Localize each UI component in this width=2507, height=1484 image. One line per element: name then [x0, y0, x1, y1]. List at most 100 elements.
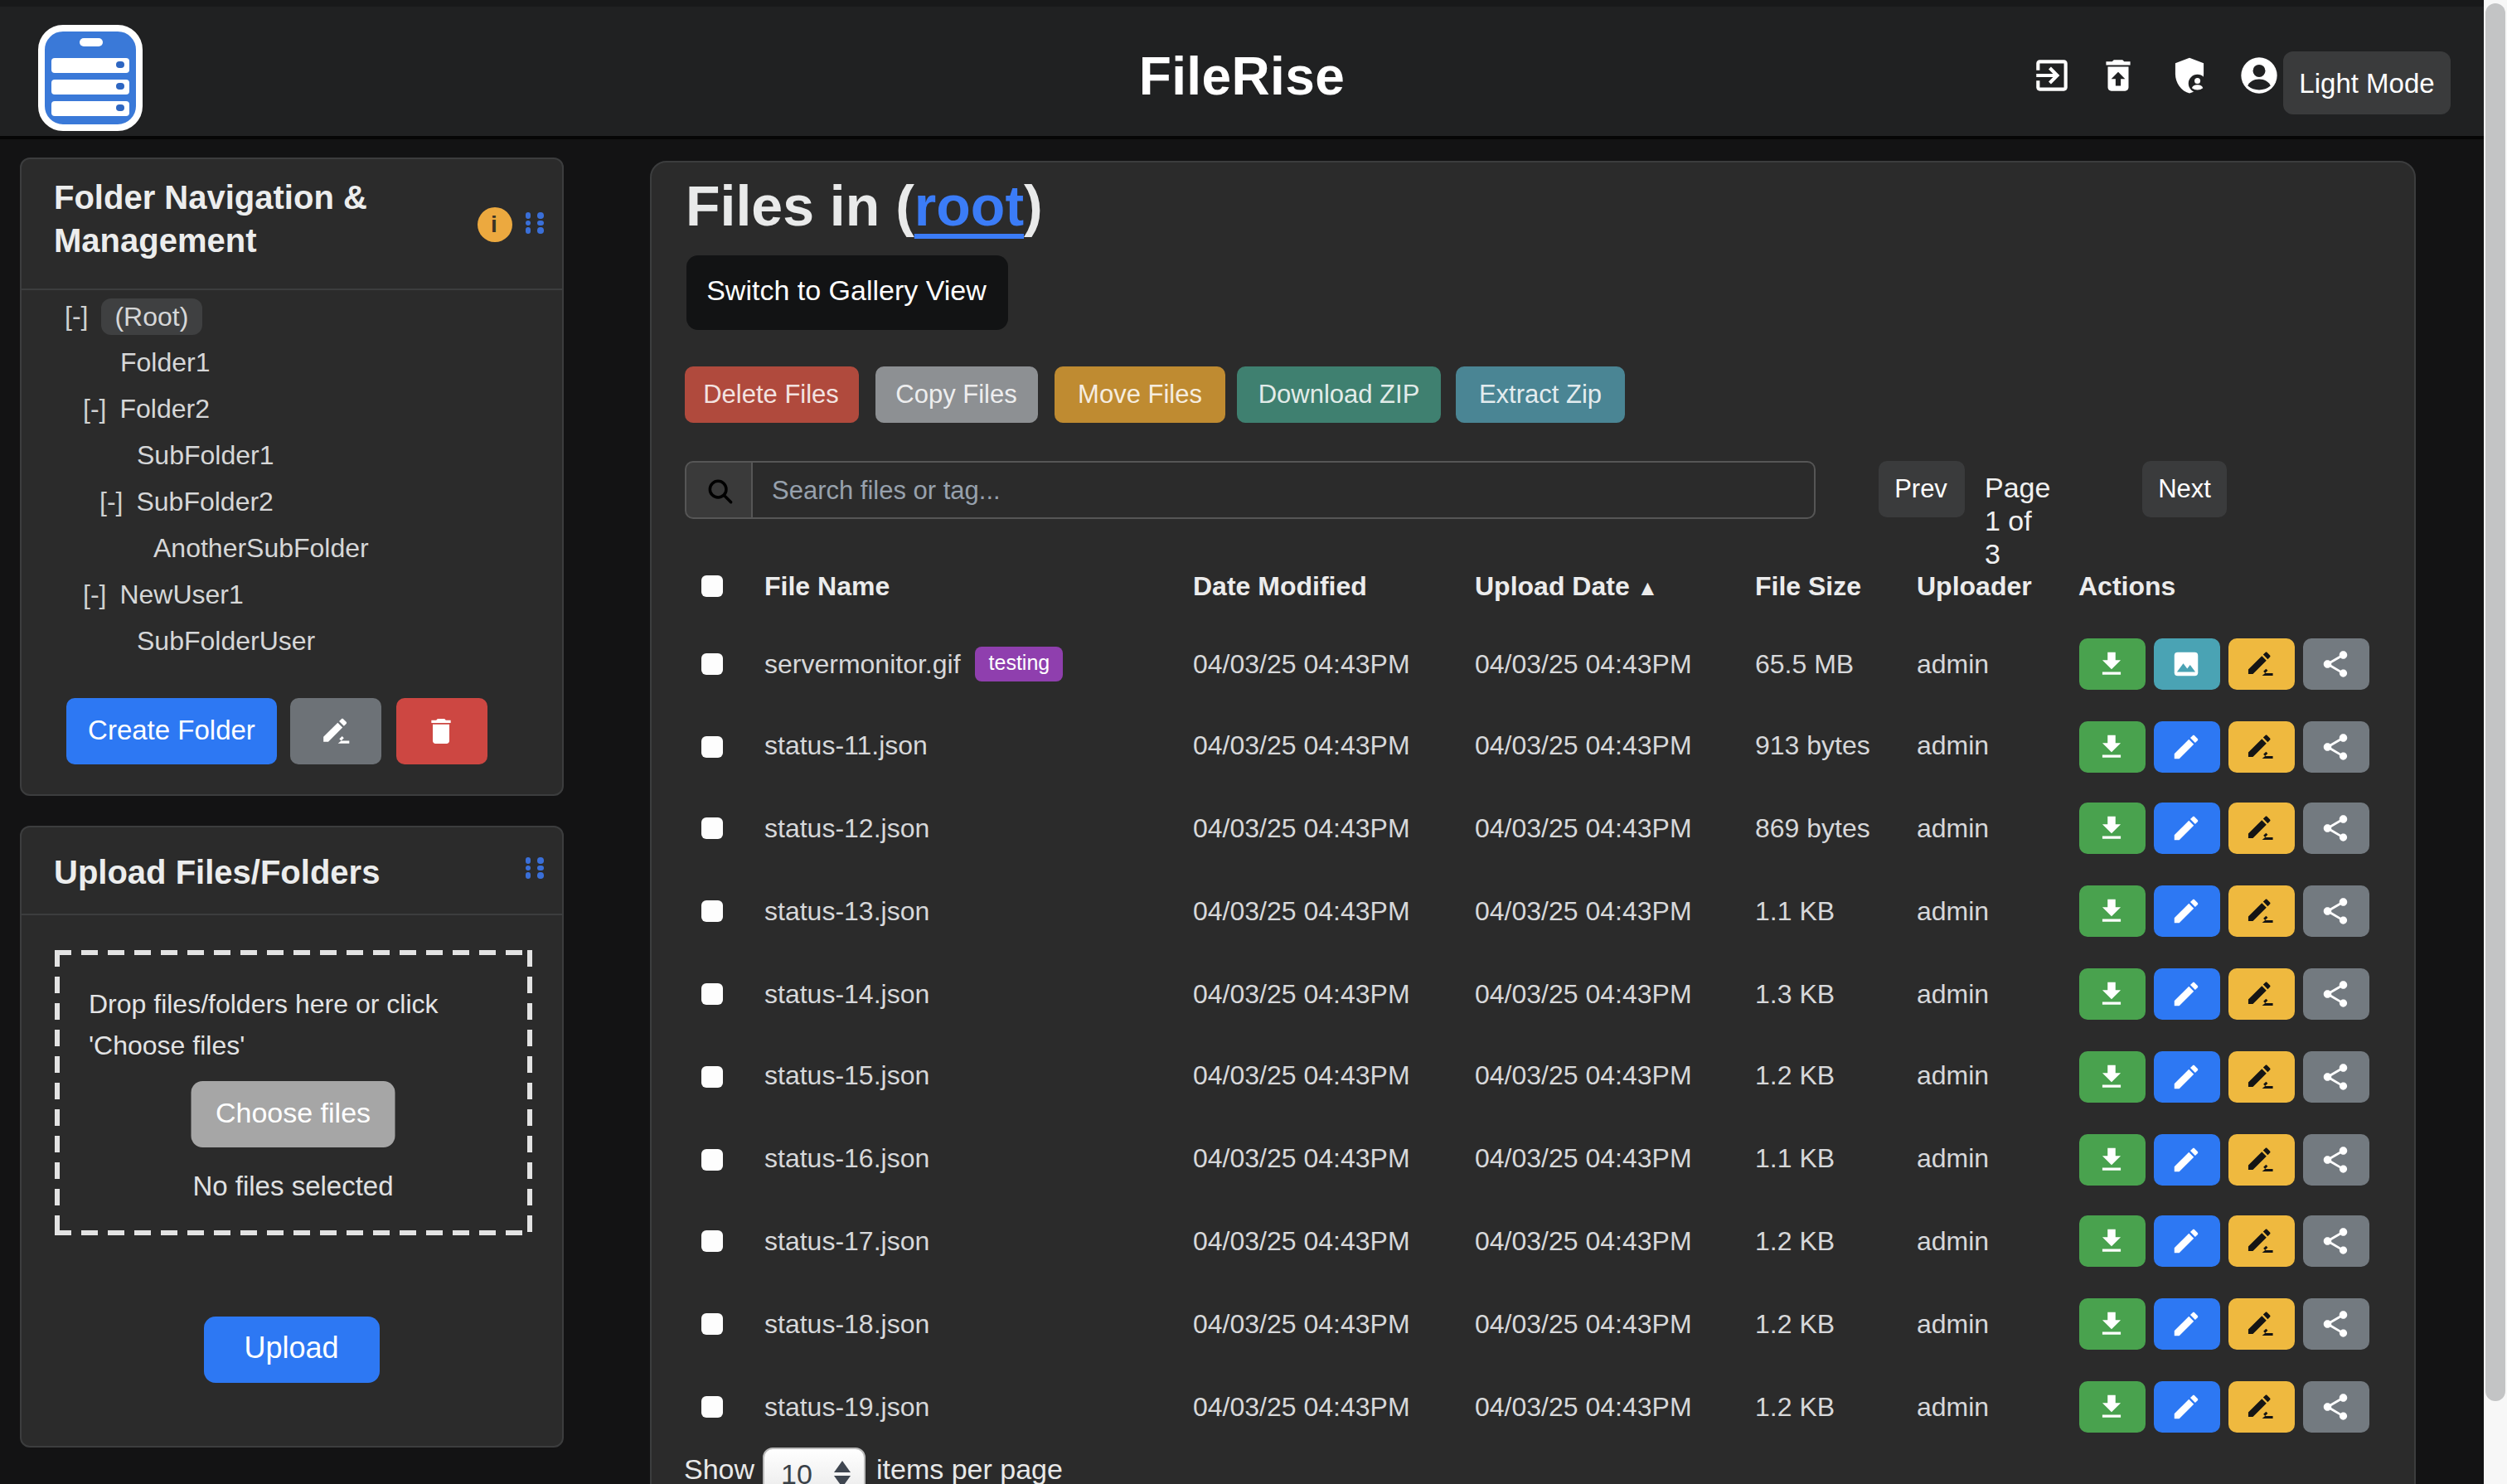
col-file-name[interactable]: File Name [764, 550, 890, 623]
download-button[interactable] [2078, 638, 2145, 690]
move-files-button[interactable]: Move Files [1055, 366, 1225, 423]
download-button[interactable] [2078, 1051, 2145, 1103]
download-zip-button[interactable]: Download ZIP [1237, 366, 1441, 423]
edit-button[interactable] [2153, 1133, 2219, 1185]
drag-handle-icon[interactable] [525, 857, 543, 879]
download-button[interactable] [2078, 1133, 2145, 1185]
items-per-page-select[interactable]: 10 [763, 1447, 865, 1484]
row-checkbox[interactable] [701, 735, 722, 757]
col-upload-date[interactable]: Upload Date ▲ [1475, 550, 1658, 624]
download-button[interactable] [2078, 1299, 2145, 1351]
share-button[interactable] [2302, 720, 2369, 772]
file-name[interactable]: servermonitor.giftesting [764, 623, 1063, 706]
tree-item-folder2[interactable]: [-]Folder2 [21, 386, 562, 433]
rename-button[interactable] [2228, 1133, 2294, 1185]
row-checkbox[interactable] [701, 1231, 722, 1253]
rename-button[interactable] [2228, 1051, 2294, 1103]
rename-button[interactable] [2228, 638, 2294, 690]
row-checkbox[interactable] [701, 653, 722, 675]
rename-folder-button[interactable] [290, 698, 381, 764]
share-button[interactable] [2302, 1216, 2369, 1268]
row-checkbox[interactable] [701, 983, 722, 1005]
share-button[interactable] [2302, 968, 2369, 1020]
col-uploader[interactable]: Uploader [1917, 550, 2032, 623]
create-folder-button[interactable]: Create Folder [66, 698, 277, 764]
share-button[interactable] [2302, 803, 2369, 855]
edit-button[interactable] [2153, 1216, 2219, 1268]
file-name[interactable]: status-18.json [764, 1283, 929, 1366]
rename-button[interactable] [2228, 968, 2294, 1020]
row-checkbox[interactable] [701, 1314, 722, 1336]
admin-shield-icon[interactable] [2169, 55, 2210, 96]
file-name[interactable]: status-19.json [764, 1365, 929, 1448]
row-checkbox[interactable] [701, 818, 722, 840]
edit-button[interactable] [2153, 803, 2219, 855]
download-button[interactable] [2078, 968, 2145, 1020]
edit-button[interactable] [2153, 1051, 2219, 1103]
download-button[interactable] [2078, 1381, 2145, 1433]
share-button[interactable] [2302, 1381, 2369, 1433]
file-name[interactable]: status-11.json [764, 706, 928, 788]
col-file-size[interactable]: File Size [1755, 550, 1861, 623]
edit-button[interactable] [2153, 886, 2219, 938]
tree-item-subfolder1[interactable]: SubFolder1 [21, 433, 562, 479]
tree-item-anothersubfolder[interactable]: AnotherSubFolder [21, 526, 562, 572]
info-icon[interactable]: i [477, 207, 512, 242]
dropzone[interactable]: Drop files/folders here or click 'Choose… [54, 950, 532, 1235]
edit-button[interactable] [2153, 968, 2219, 1020]
drag-handle-icon[interactable] [525, 212, 543, 234]
share-button[interactable] [2302, 638, 2369, 690]
tree-item-newuser1[interactable]: [-]NewUser1 [21, 572, 562, 618]
row-checkbox[interactable] [701, 1066, 722, 1088]
scrollbar-track[interactable] [2483, 0, 2507, 1484]
tree-item-root[interactable]: [-](Root) [21, 293, 562, 340]
tree-item-subfolder2[interactable]: [-]SubFolder2 [21, 479, 562, 526]
tree-item-folder1[interactable]: Folder1 [21, 340, 562, 386]
rename-button[interactable] [2228, 1299, 2294, 1351]
edit-button[interactable] [2153, 720, 2219, 772]
tree-item-subfolderuser[interactable]: SubFolderUser [21, 618, 562, 665]
row-checkbox[interactable] [701, 1148, 722, 1170]
col-date-modified[interactable]: Date Modified [1193, 550, 1367, 623]
next-page-button[interactable]: Next [2142, 461, 2227, 517]
delete-folder-button[interactable] [395, 698, 487, 764]
rename-button[interactable] [2228, 1216, 2294, 1268]
row-checkbox[interactable] [701, 1396, 722, 1418]
light-mode-button[interactable]: Light Mode [2283, 51, 2451, 114]
row-checkbox[interactable] [701, 901, 722, 923]
root-link[interactable]: root [914, 173, 1024, 236]
file-name[interactable]: status-13.json [764, 871, 929, 953]
logout-icon[interactable] [2031, 55, 2073, 96]
share-button[interactable] [2302, 1299, 2369, 1351]
trash-restore-icon[interactable] [2097, 55, 2139, 96]
edit-button[interactable] [2153, 1299, 2219, 1351]
preview-image-button[interactable] [2153, 638, 2219, 690]
file-name[interactable]: status-15.json [764, 1035, 929, 1118]
file-name[interactable]: status-17.json [764, 1200, 929, 1283]
prev-page-button[interactable]: Prev [1878, 461, 1964, 517]
copy-files-button[interactable]: Copy Files [875, 366, 1038, 423]
share-button[interactable] [2302, 1051, 2369, 1103]
search-input[interactable] [752, 461, 1816, 519]
switch-gallery-view-button[interactable]: Switch to Gallery View [686, 255, 1007, 329]
download-button[interactable] [2078, 720, 2145, 772]
account-icon[interactable] [2238, 55, 2280, 96]
file-name[interactable]: status-14.json [764, 953, 929, 1035]
share-button[interactable] [2302, 1133, 2369, 1185]
download-button[interactable] [2078, 886, 2145, 938]
rename-button[interactable] [2228, 720, 2294, 772]
file-name[interactable]: status-16.json [764, 1118, 929, 1201]
scrollbar-thumb[interactable] [2485, 3, 2505, 1401]
edit-button[interactable] [2153, 1381, 2219, 1433]
delete-files-button[interactable]: Delete Files [684, 366, 858, 423]
select-all-checkbox[interactable] [701, 575, 722, 597]
rename-button[interactable] [2228, 886, 2294, 938]
extract-zip-button[interactable]: Extract Zip [1456, 366, 1625, 423]
share-button[interactable] [2302, 886, 2369, 938]
choose-files-button[interactable]: Choose files [191, 1081, 395, 1147]
rename-button[interactable] [2228, 1381, 2294, 1433]
rename-button[interactable] [2228, 803, 2294, 855]
download-button[interactable] [2078, 803, 2145, 855]
file-name[interactable]: status-12.json [764, 788, 929, 871]
download-button[interactable] [2078, 1216, 2145, 1268]
